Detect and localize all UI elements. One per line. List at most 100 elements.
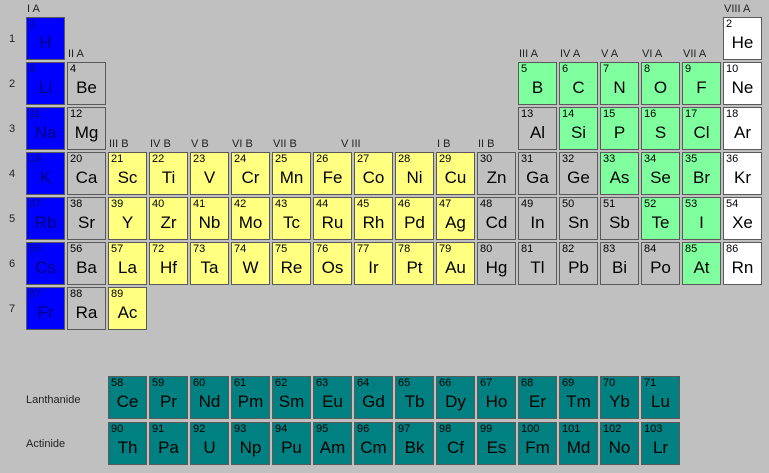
element-cell-rn[interactable]: 86 Rn [723, 242, 762, 285]
element-cell-th[interactable]: 90 Th [108, 422, 147, 465]
element-cell-ce[interactable]: 58 Ce [108, 376, 147, 419]
element-cell-br[interactable]: 35 Br [682, 152, 721, 195]
element-cell-ga[interactable]: 31 Ga [518, 152, 557, 195]
element-cell-cu[interactable]: 29 Cu [436, 152, 475, 195]
element-cell-be[interactable]: 4 Be [67, 62, 106, 105]
element-cell-sm[interactable]: 62 Sm [272, 376, 311, 419]
element-cell-si[interactable]: 14 Si [559, 107, 598, 150]
element-cell-li[interactable]: 3 Li [26, 62, 65, 105]
element-cell-hf[interactable]: 72 Hf [149, 242, 188, 285]
element-cell-i[interactable]: 53 I [682, 197, 721, 240]
element-cell-tb[interactable]: 65 Tb [395, 376, 434, 419]
element-cell-zn[interactable]: 30 Zn [477, 152, 516, 195]
element-cell-nd[interactable]: 60 Nd [190, 376, 229, 419]
element-cell-y[interactable]: 39 Y [108, 197, 147, 240]
element-cell-te[interactable]: 52 Te [641, 197, 680, 240]
element-cell-mg[interactable]: 12 Mg [67, 107, 106, 150]
element-cell-kr[interactable]: 36 Kr [723, 152, 762, 195]
element-cell-ti[interactable]: 22 Ti [149, 152, 188, 195]
element-cell-pd[interactable]: 46 Pd [395, 197, 434, 240]
element-cell-in[interactable]: 49 In [518, 197, 557, 240]
element-cell-h[interactable]: 1H [26, 17, 65, 60]
element-cell-no[interactable]: 102 No [600, 422, 639, 465]
element-cell-ir[interactable]: 77 Ir [354, 242, 393, 285]
element-cell-pa[interactable]: 91 Pa [149, 422, 188, 465]
element-cell-xe[interactable]: 54 Xe [723, 197, 762, 240]
element-cell-np[interactable]: 93 Np [231, 422, 270, 465]
element-cell-gd[interactable]: 64 Gd [354, 376, 393, 419]
element-cell-dy[interactable]: 66 Dy [436, 376, 475, 419]
element-cell-er[interactable]: 68 Er [518, 376, 557, 419]
element-cell-la[interactable]: 57 La [108, 242, 147, 285]
element-cell-sb[interactable]: 51 Sb [600, 197, 639, 240]
element-cell-cf[interactable]: 98 Cf [436, 422, 475, 465]
element-cell-b[interactable]: 5B [518, 62, 557, 105]
element-cell-sn[interactable]: 50 Sn [559, 197, 598, 240]
element-cell-am[interactable]: 95 Am [313, 422, 352, 465]
element-cell-eu[interactable]: 63 Eu [313, 376, 352, 419]
element-cell-es[interactable]: 99 Es [477, 422, 516, 465]
element-cell-fe[interactable]: 26 Fe [313, 152, 352, 195]
element-cell-lu[interactable]: 71 Lu [641, 376, 680, 419]
element-cell-cl[interactable]: 17 Cl [682, 107, 721, 150]
element-cell-ac[interactable]: 89 Ac [108, 287, 147, 330]
element-cell-cm[interactable]: 96 Cm [354, 422, 393, 465]
element-cell-he[interactable]: 2 He [723, 17, 762, 60]
element-cell-ag[interactable]: 47 Ag [436, 197, 475, 240]
element-cell-co[interactable]: 27 Co [354, 152, 393, 195]
element-cell-pt[interactable]: 78 Pt [395, 242, 434, 285]
element-cell-k[interactable]: 19 K [26, 152, 65, 195]
element-cell-sc[interactable]: 21 Sc [108, 152, 147, 195]
element-cell-w[interactable]: 74 W [231, 242, 270, 285]
element-cell-c[interactable]: 6C [559, 62, 598, 105]
element-cell-ba[interactable]: 56 Ba [67, 242, 106, 285]
element-cell-pu[interactable]: 94 Pu [272, 422, 311, 465]
element-cell-yb[interactable]: 70 Yb [600, 376, 639, 419]
element-cell-mo[interactable]: 42 Mo [231, 197, 270, 240]
element-cell-zr[interactable]: 40 Zr [149, 197, 188, 240]
element-cell-os[interactable]: 76 Os [313, 242, 352, 285]
element-cell-ge[interactable]: 32 Ge [559, 152, 598, 195]
element-cell-se[interactable]: 34 Se [641, 152, 680, 195]
element-cell-v[interactable]: 23 V [190, 152, 229, 195]
element-cell-po[interactable]: 84 Po [641, 242, 680, 285]
element-cell-tc[interactable]: 43 Tc [272, 197, 311, 240]
element-cell-cd[interactable]: 48 Cd [477, 197, 516, 240]
element-cell-au[interactable]: 79 Au [436, 242, 475, 285]
element-cell-fr[interactable]: 87 Fr [26, 287, 65, 330]
element-cell-tl[interactable]: 81 Tl [518, 242, 557, 285]
element-cell-ru[interactable]: 44 Ru [313, 197, 352, 240]
element-cell-ca[interactable]: 20 Ca [67, 152, 106, 195]
element-cell-ar[interactable]: 18 Ar [723, 107, 762, 150]
element-cell-md[interactable]: 101 Md [559, 422, 598, 465]
element-cell-rh[interactable]: 45 Rh [354, 197, 393, 240]
element-cell-cs[interactable]: 55 Cs [26, 242, 65, 285]
element-cell-ra[interactable]: 88 Ra [67, 287, 106, 330]
element-cell-nb[interactable]: 41 Nb [190, 197, 229, 240]
element-cell-hg[interactable]: 80 Hg [477, 242, 516, 285]
element-cell-sr[interactable]: 38 Sr [67, 197, 106, 240]
element-cell-pm[interactable]: 61 Pm [231, 376, 270, 419]
element-cell-lr[interactable]: 103 Lr [641, 422, 680, 465]
element-cell-ta[interactable]: 73 Ta [190, 242, 229, 285]
element-cell-rb[interactable]: 37 Rb [26, 197, 65, 240]
element-cell-at[interactable]: 85 At [682, 242, 721, 285]
element-cell-re[interactable]: 75 Re [272, 242, 311, 285]
element-cell-pr[interactable]: 59 Pr [149, 376, 188, 419]
element-cell-as[interactable]: 33 As [600, 152, 639, 195]
element-cell-p[interactable]: 15 P [600, 107, 639, 150]
element-cell-al[interactable]: 13 Al [518, 107, 557, 150]
element-cell-tm[interactable]: 69 Tm [559, 376, 598, 419]
element-cell-o[interactable]: 8O [641, 62, 680, 105]
element-cell-pb[interactable]: 82 Pb [559, 242, 598, 285]
element-cell-cr[interactable]: 24 Cr [231, 152, 270, 195]
element-cell-ho[interactable]: 67 Ho [477, 376, 516, 419]
element-cell-ni[interactable]: 28 Ni [395, 152, 434, 195]
element-cell-f[interactable]: 9F [682, 62, 721, 105]
element-cell-n[interactable]: 7N [600, 62, 639, 105]
element-cell-bi[interactable]: 83 Bi [600, 242, 639, 285]
element-cell-s[interactable]: 16 S [641, 107, 680, 150]
element-cell-fm[interactable]: 100 Fm [518, 422, 557, 465]
element-cell-ne[interactable]: 10 Ne [723, 62, 762, 105]
element-cell-bk[interactable]: 97 Bk [395, 422, 434, 465]
